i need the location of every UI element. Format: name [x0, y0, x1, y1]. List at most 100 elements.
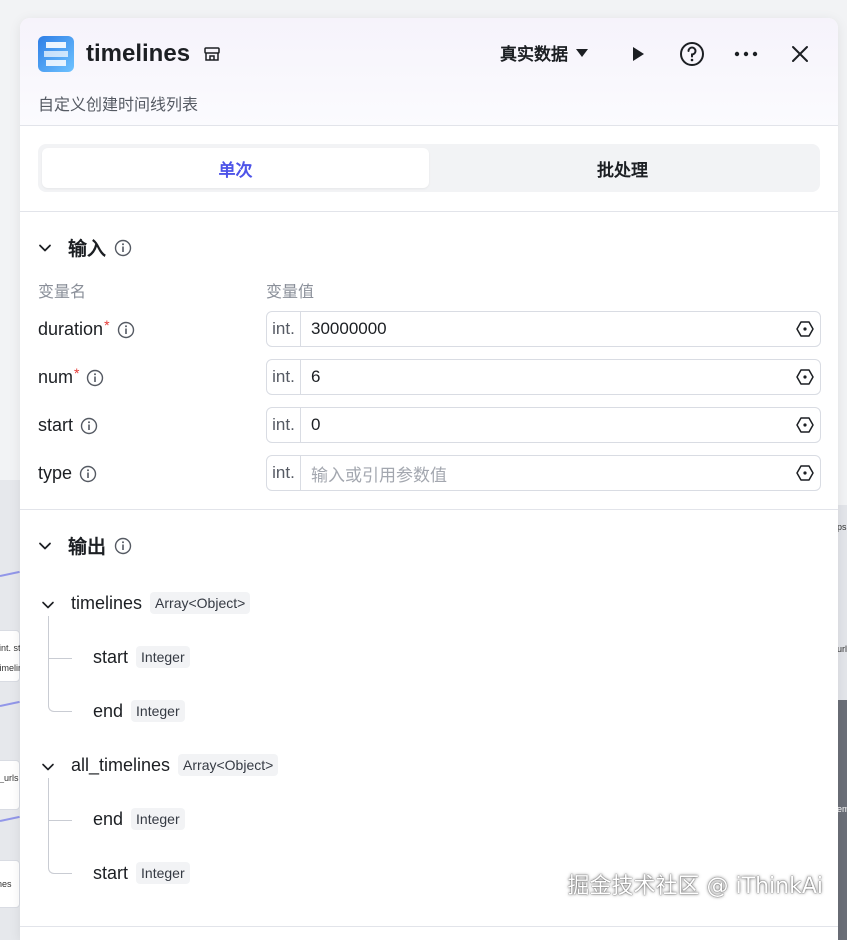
chevron-down-icon[interactable] — [38, 241, 52, 255]
param-label-start: start — [38, 415, 98, 436]
param-label-type: type — [38, 463, 97, 484]
tab-single[interactable]: 单次 — [42, 148, 429, 188]
page-subtitle: 自定义创建时间线列表 — [38, 97, 199, 114]
type-tag: Integer — [131, 700, 185, 722]
info-icon[interactable] — [117, 321, 135, 339]
info-icon[interactable] — [80, 417, 98, 435]
type-badge: int. — [267, 456, 301, 490]
divider — [20, 211, 838, 212]
start-field[interactable]: int. 0 — [266, 407, 821, 443]
tree-line — [48, 616, 49, 658]
output-section-title: 输出 — [68, 537, 107, 558]
help-button[interactable] — [678, 40, 706, 68]
param-name: type — [38, 463, 73, 483]
output-child-start: start Integer — [93, 862, 190, 884]
field-value[interactable]: 0 — [301, 415, 790, 435]
node-test-panel: timelines 自定义创建时间线列表 真实数据 单次 批处理 输入 变量名 … — [20, 18, 838, 940]
duration-field[interactable]: int. 30000000 — [266, 311, 821, 347]
type-field[interactable]: int. 输入或引用参数值 — [266, 455, 821, 491]
num-field[interactable]: int. 6 — [266, 359, 821, 395]
output-child-start: start Integer — [93, 646, 190, 668]
input-section-header[interactable]: 输入 — [38, 234, 132, 261]
reference-button[interactable] — [790, 367, 820, 387]
param-name: start — [38, 415, 74, 435]
param-label-num: num * — [38, 364, 104, 388]
type-tag: Array<Object> — [150, 592, 251, 614]
output-field-timelines: timelines Array<Object> — [71, 592, 251, 614]
run-button[interactable] — [624, 40, 652, 68]
canvas-node-text: ps — [837, 522, 847, 532]
canvas-node-text: nes — [0, 879, 12, 889]
caret-down-icon — [576, 48, 588, 57]
close-icon — [792, 46, 808, 62]
field-value[interactable]: 30000000 — [301, 319, 790, 339]
type-tag: Integer — [131, 808, 185, 830]
help-icon — [680, 42, 704, 66]
output-field-name: timelines — [71, 592, 143, 613]
panel-header: timelines 自定义创建时间线列表 真实数据 — [20, 18, 838, 126]
tree-line — [48, 658, 72, 712]
param-name: duration — [38, 319, 104, 339]
more-icon — [734, 51, 758, 57]
page-title: timelines — [86, 40, 191, 67]
reference-icon — [796, 465, 814, 481]
reference-button[interactable] — [790, 319, 820, 339]
output-field-name: all_timelines — [71, 754, 171, 775]
tree-line — [48, 778, 49, 820]
output-child-end: end Integer — [93, 808, 185, 830]
field-value[interactable]: 6 — [301, 367, 790, 387]
info-icon[interactable] — [114, 537, 132, 555]
reference-icon — [796, 321, 814, 337]
info-icon[interactable] — [114, 239, 132, 257]
output-section-header[interactable]: 输出 — [38, 532, 132, 559]
field-placeholder[interactable]: 输入或引用参数值 — [301, 461, 790, 486]
run-mode-tabs: 单次 批处理 — [38, 144, 820, 192]
tab-batch[interactable]: 批处理 — [429, 148, 816, 188]
output-child-end: end Integer — [93, 700, 185, 722]
canvas-node[interactable]: nes — [0, 860, 20, 908]
data-mode-select[interactable]: 真实数据 — [500, 40, 588, 65]
watermark: 掘金技术社区 @ iThinkAi — [567, 874, 823, 899]
col-header-value: 变量值 — [266, 284, 315, 301]
canvas-right-node — [837, 700, 847, 940]
info-icon[interactable] — [86, 369, 104, 387]
output-field-name: start — [93, 862, 129, 883]
output-field-all-timelines: all_timelines Array<Object> — [71, 754, 279, 776]
reference-icon — [796, 369, 814, 385]
divider — [20, 926, 838, 927]
type-tag: Integer — [136, 646, 190, 668]
param-name: num — [38, 367, 74, 387]
chevron-down-icon[interactable] — [41, 598, 55, 612]
tree-line — [48, 820, 72, 874]
type-badge: int. — [267, 312, 301, 346]
canvas-node[interactable]: int. st timelin — [0, 630, 23, 682]
chevron-down-icon[interactable] — [41, 760, 55, 774]
info-icon[interactable] — [79, 465, 97, 483]
canvas-node-text: _urls — [0, 773, 19, 783]
play-icon — [633, 47, 644, 61]
canvas-node-text: url — [837, 644, 847, 654]
store-icon[interactable] — [203, 45, 221, 63]
reference-button[interactable] — [790, 463, 820, 483]
col-header-name: 变量名 — [38, 284, 87, 301]
reference-icon — [796, 417, 814, 433]
required-mark: * — [104, 316, 110, 333]
type-tag: Integer — [136, 862, 190, 884]
data-mode-label: 真实数据 — [500, 45, 568, 64]
required-mark: * — [74, 364, 80, 381]
more-button[interactable] — [732, 40, 760, 68]
canvas-node[interactable]: _urls — [0, 760, 20, 810]
type-tag: Array<Object> — [178, 754, 279, 776]
param-label-duration: duration * — [38, 316, 135, 340]
divider — [20, 509, 838, 510]
chevron-down-icon[interactable] — [38, 539, 52, 553]
reference-button[interactable] — [790, 415, 820, 435]
canvas-node-text: int. st — [0, 643, 21, 653]
type-badge: int. — [267, 408, 301, 442]
output-field-name: end — [93, 700, 124, 721]
output-field-name: end — [93, 808, 124, 829]
close-button[interactable] — [786, 40, 814, 68]
output-field-name: start — [93, 646, 129, 667]
canvas-node-text: em — [837, 804, 847, 814]
type-badge: int. — [267, 360, 301, 394]
